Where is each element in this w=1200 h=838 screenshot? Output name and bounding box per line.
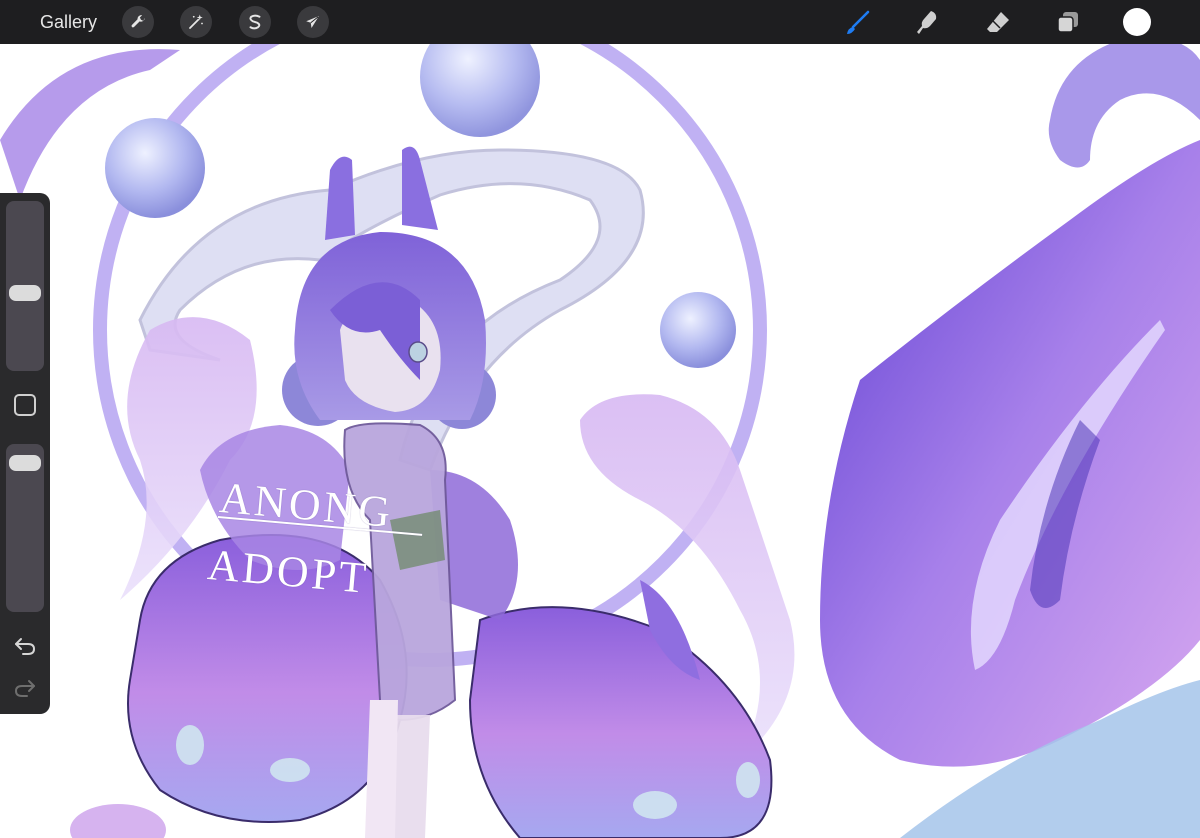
bubble	[660, 292, 736, 368]
adjustments-button[interactable]	[180, 6, 212, 38]
gallery-button[interactable]: Gallery	[40, 12, 97, 33]
smudge-tool[interactable]	[912, 7, 942, 37]
redo-icon	[14, 680, 35, 697]
horn-left	[325, 156, 355, 240]
left-sidebar	[0, 193, 50, 714]
curl-top	[1048, 44, 1200, 168]
fish-eye	[633, 791, 677, 819]
top-toolbar: Gallery	[0, 0, 1200, 44]
pink-blob	[70, 804, 166, 838]
brush-size-slider[interactable]	[6, 201, 44, 371]
magic-wand-icon	[189, 14, 203, 29]
layers-button[interactable]	[1053, 7, 1083, 37]
color-swatch[interactable]	[1123, 8, 1151, 36]
fish-eye	[270, 758, 310, 782]
fish-eye	[176, 725, 204, 765]
brush-size-thumb[interactable]	[9, 285, 41, 302]
actions-button[interactable]	[122, 6, 154, 38]
selection-button[interactable]	[239, 6, 271, 38]
bubble	[420, 44, 540, 137]
eraser-tool[interactable]	[983, 7, 1013, 37]
selection-s-icon	[249, 14, 261, 30]
modify-button[interactable]	[14, 394, 36, 416]
drawing-canvas[interactable]: ANONG ADOPT	[0, 44, 1200, 838]
opacity-slider[interactable]	[6, 444, 44, 612]
wrench-icon	[131, 15, 145, 28]
arrow-cursor-icon	[306, 16, 319, 28]
figure-leg-left	[365, 700, 398, 838]
opacity-thumb[interactable]	[9, 455, 41, 472]
transform-button[interactable]	[297, 6, 329, 38]
fish-left	[127, 534, 408, 823]
smudge-icon	[917, 11, 937, 34]
fish-right	[468, 606, 773, 838]
artwork	[0, 44, 1200, 838]
layers-icon	[1057, 12, 1078, 33]
undo-icon	[15, 638, 36, 655]
big-fin	[820, 140, 1200, 767]
brush-icon	[847, 10, 870, 34]
brush-tool[interactable]	[843, 7, 873, 37]
eraser-icon	[987, 12, 1009, 32]
bubble	[105, 118, 205, 218]
redo-button[interactable]	[12, 677, 38, 699]
undo-button[interactable]	[12, 635, 38, 657]
figure-eye	[408, 341, 428, 363]
fish-eye	[736, 762, 760, 798]
figure-skirt-patch	[390, 510, 445, 570]
